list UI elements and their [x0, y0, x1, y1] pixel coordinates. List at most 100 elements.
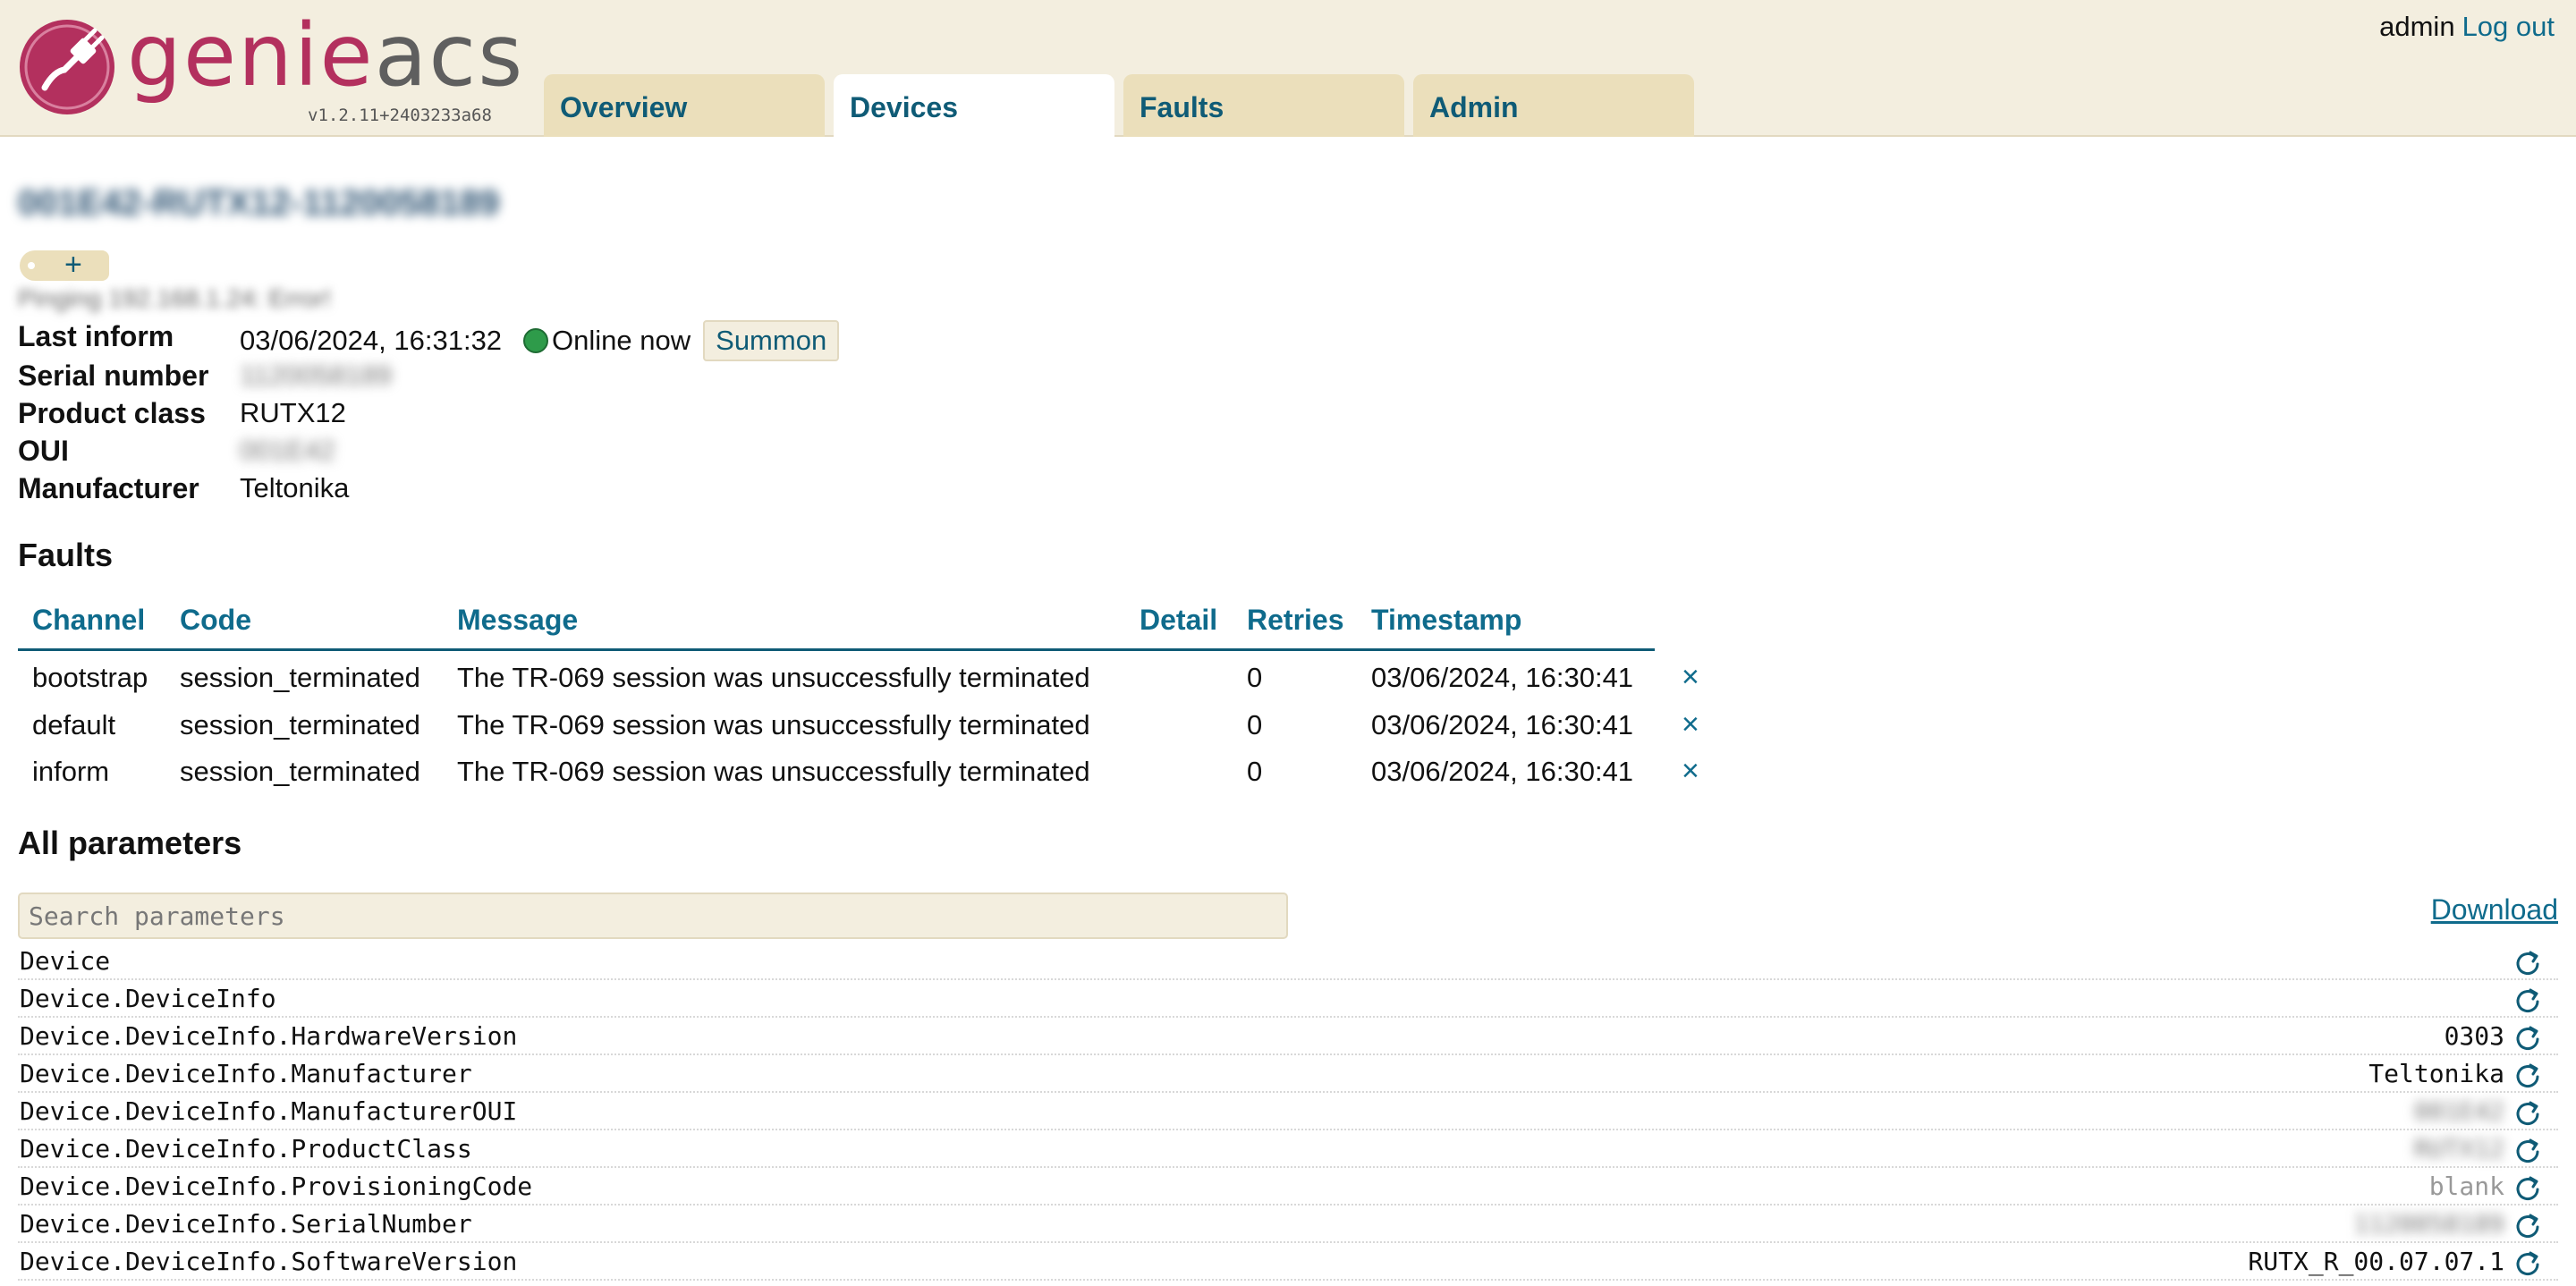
- refresh-icon[interactable]: [2513, 1248, 2542, 1277]
- parameter-name: Device.DeviceInfo.Manufacturer: [20, 1059, 472, 1088]
- parameter-value[interactable]: 1120058189: [2353, 1209, 2504, 1239]
- tab-faults[interactable]: Faults: [1123, 74, 1404, 137]
- fault-timestamp: 03/06/2024, 16:30:41: [1371, 709, 1634, 740]
- parameter-name: Device.DeviceInfo.HardwareVersion: [20, 1021, 518, 1051]
- tab-overview[interactable]: Overview: [544, 74, 825, 137]
- info-row-oui: OUI 001E42: [18, 435, 1091, 470]
- parameter-row: Device.DeviceInfo: [18, 980, 2558, 1018]
- parameter-row: Device.DeviceInfo.ManufacturerOUI 001E42: [18, 1093, 2558, 1130]
- device-id-title: 001E42-RUTX12-1120058189: [18, 183, 500, 223]
- oui-value: 001E42: [240, 435, 335, 466]
- summon-button[interactable]: Summon: [703, 320, 840, 361]
- parameter-row: Device.DeviceInfo.ProductClass RUTX12: [18, 1130, 2558, 1168]
- fault-code: session_terminated: [180, 709, 420, 740]
- fault-retries: 0: [1247, 662, 1263, 693]
- info-row-last-inform: Last inform 03/06/2024, 16:31:32 Online n…: [18, 320, 1091, 361]
- last-inform-label: Last inform: [18, 320, 174, 352]
- parameter-name: Device.DeviceInfo.ProductClass: [20, 1134, 472, 1163]
- app-version: v1.2.11+2403233a68: [308, 106, 492, 125]
- parameter-value[interactable]: RUTX12: [2414, 1134, 2504, 1163]
- online-status-icon: [523, 328, 549, 353]
- faults-col-detail[interactable]: Detail: [1140, 604, 1217, 637]
- parameter-name: Device.DeviceInfo.SoftwareVersion: [20, 1247, 518, 1276]
- delete-fault-icon[interactable]: ×: [1682, 754, 1699, 789]
- parameter-value[interactable]: RUTX_R_00.07.07.1: [2248, 1247, 2504, 1276]
- product-class-label: Product class: [18, 397, 206, 429]
- fault-timestamp: 03/06/2024, 16:30:41: [1371, 756, 1634, 787]
- faults-col-retries[interactable]: Retries: [1247, 604, 1344, 637]
- serial-number-label: Serial number: [18, 360, 209, 392]
- parameter-value[interactable]: 001E42: [2414, 1096, 2504, 1126]
- brand-wordmark: genieacs: [127, 13, 524, 98]
- info-row-manufacturer: Manufacturer Teltonika: [18, 472, 1091, 508]
- parameter-row: Device.DeviceInfo.HardwareVersion 0303: [18, 1018, 2558, 1055]
- refresh-icon[interactable]: [2513, 986, 2542, 1014]
- refresh-icon[interactable]: [2513, 1136, 2542, 1164]
- parameter-value[interactable]: 0303: [2445, 1021, 2504, 1051]
- parameter-name: Device.DeviceInfo: [20, 984, 276, 1013]
- info-row-product-class: Product class RUTX12: [18, 397, 1091, 433]
- online-status-text: Online now: [552, 325, 691, 356]
- add-tag-button[interactable]: +: [20, 250, 109, 281]
- fault-channel: inform: [32, 756, 110, 787]
- user-menu: admin Log out: [2379, 11, 2555, 43]
- refresh-icon[interactable]: [2513, 1023, 2542, 1052]
- parameter-row: Device.DeviceInfo.SerialNumber 112005818…: [18, 1206, 2558, 1243]
- info-row-serial: Serial number 1120058189: [18, 360, 1091, 395]
- refresh-icon[interactable]: [2513, 948, 2542, 977]
- device-tags-line: Pinging 192.168.1.24: Error!: [18, 284, 332, 312]
- fault-retries: 0: [1247, 709, 1263, 740]
- tab-admin[interactable]: Admin: [1413, 74, 1694, 137]
- parameter-row: Device.DeviceInfo.ProvisioningCode blank: [18, 1168, 2558, 1206]
- parameters-section-title: All parameters: [18, 825, 242, 861]
- brand-wordmark-part2: acs: [374, 5, 525, 106]
- faults-header-divider: [18, 648, 1655, 651]
- fault-retries: 0: [1247, 756, 1263, 787]
- faults-section-title: Faults: [18, 537, 114, 573]
- fault-channel: bootstrap: [32, 662, 148, 693]
- parameter-row: Device: [18, 943, 2558, 980]
- refresh-icon[interactable]: [2513, 1098, 2542, 1127]
- username: admin: [2379, 11, 2455, 42]
- add-tag-label: +: [64, 248, 82, 282]
- fault-timestamp: 03/06/2024, 16:30:41: [1371, 662, 1634, 693]
- product-class-value: RUTX12: [240, 397, 346, 428]
- last-inform-value-group: 03/06/2024, 16:31:32 Online now Summon: [240, 320, 840, 361]
- tag-hole-icon: [28, 262, 35, 269]
- faults-col-timestamp[interactable]: Timestamp: [1371, 604, 1521, 637]
- fault-code: session_terminated: [180, 662, 420, 693]
- manufacturer-label: Manufacturer: [18, 472, 199, 504]
- last-inform-value: 03/06/2024, 16:31:32: [240, 325, 503, 356]
- faults-col-message[interactable]: Message: [457, 604, 578, 637]
- oui-label: OUI: [18, 435, 69, 467]
- genieacs-logo-icon: [20, 20, 114, 114]
- parameter-value[interactable]: blank: [2429, 1172, 2504, 1201]
- fault-message: The TR-069 session was unsuccessfully te…: [457, 756, 1090, 787]
- delete-fault-icon[interactable]: ×: [1682, 707, 1699, 742]
- brand-wordmark-part1: genie: [127, 5, 375, 106]
- fault-code: session_terminated: [180, 756, 420, 787]
- parameter-name: Device.DeviceInfo.ProvisioningCode: [20, 1172, 533, 1201]
- parameter-row: Device.DeviceInfo.Manufacturer Teltonika: [18, 1055, 2558, 1093]
- fault-message: The TR-069 session was unsuccessfully te…: [457, 662, 1090, 693]
- refresh-icon[interactable]: [2513, 1211, 2542, 1239]
- parameter-value[interactable]: Teltonika: [2368, 1059, 2504, 1088]
- refresh-icon[interactable]: [2513, 1061, 2542, 1089]
- logout-link[interactable]: Log out: [2462, 11, 2555, 42]
- manufacturer-value: Teltonika: [240, 472, 350, 503]
- refresh-icon[interactable]: [2513, 1173, 2542, 1202]
- parameter-name: Device: [20, 946, 111, 976]
- download-link[interactable]: Download: [2431, 893, 2558, 926]
- serial-number-value: 1120058189: [240, 360, 393, 391]
- faults-col-code[interactable]: Code: [180, 604, 251, 637]
- delete-fault-icon[interactable]: ×: [1682, 660, 1699, 695]
- fault-message: The TR-069 session was unsuccessfully te…: [457, 709, 1090, 740]
- search-parameters-input[interactable]: [18, 893, 1288, 939]
- faults-col-channel[interactable]: Channel: [32, 604, 145, 637]
- parameter-name: Device.DeviceInfo.ManufacturerOUI: [20, 1096, 518, 1126]
- tab-devices[interactable]: Devices: [834, 74, 1114, 139]
- parameter-row: Device.DeviceInfo.SoftwareVersion RUTX_R…: [18, 1243, 2558, 1281]
- parameter-name: Device.DeviceInfo.SerialNumber: [20, 1209, 472, 1239]
- fault-channel: default: [32, 709, 116, 740]
- app-header: genieacs v1.2.11+2403233a68 Overview Dev…: [0, 0, 2576, 139]
